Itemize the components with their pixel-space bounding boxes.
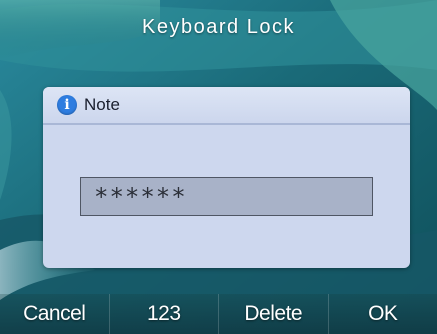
title-bar: Keyboard Lock xyxy=(0,0,437,62)
info-icon: i xyxy=(57,95,77,115)
phone-screen: Keyboard Lock i Note ****** Cancel 123 D… xyxy=(0,0,437,334)
dialog-title: Note xyxy=(84,95,120,114)
input-mode-softkey[interactable]: 123 xyxy=(110,294,219,334)
ok-softkey[interactable]: OK xyxy=(329,294,437,334)
window-title: Keyboard Lock xyxy=(142,15,295,38)
password-input[interactable]: ****** xyxy=(80,177,373,216)
delete-softkey[interactable]: Delete xyxy=(219,294,329,334)
note-dialog: i Note ****** xyxy=(43,87,410,268)
dialog-header: i Note xyxy=(43,87,410,125)
softkey-bar: Cancel 123 Delete OK xyxy=(0,294,437,334)
cancel-softkey[interactable]: Cancel xyxy=(0,294,110,334)
